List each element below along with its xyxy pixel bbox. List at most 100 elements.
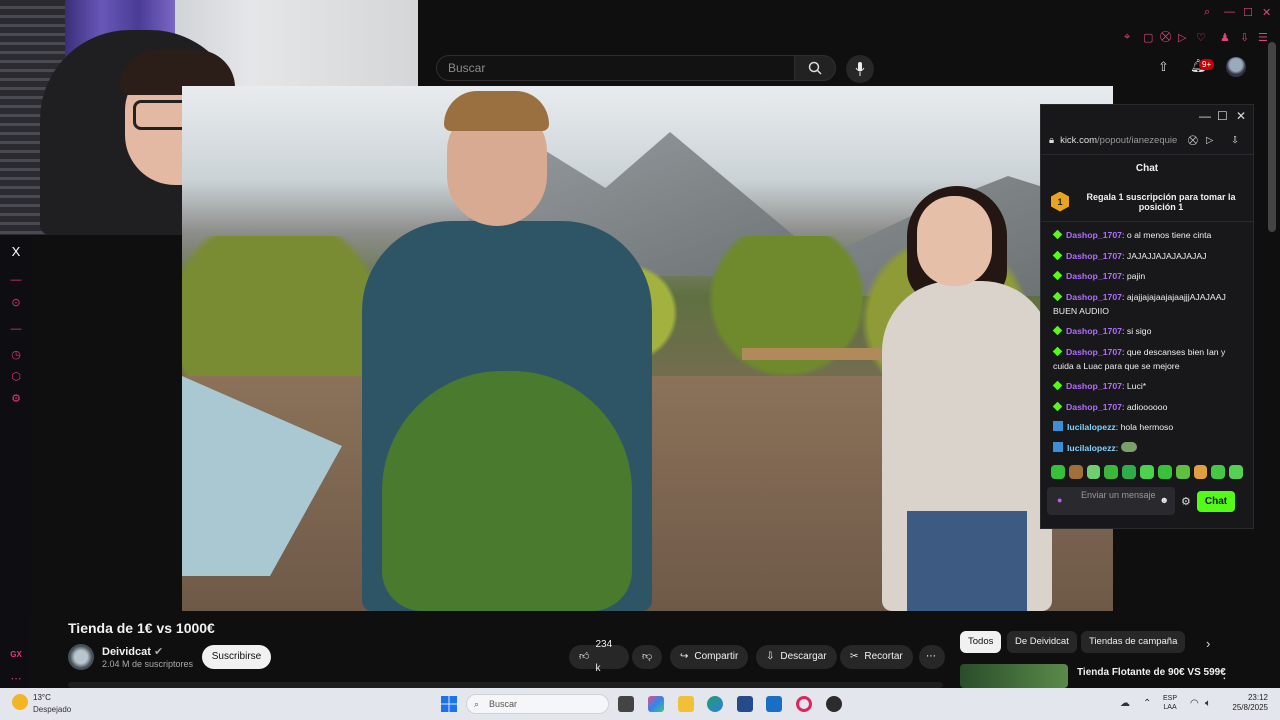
recommendation-title[interactable]: Tienda Flotante de 90€ VS 599€ — [1077, 667, 1226, 678]
cloud-icon[interactable]: ☁ — [1120, 698, 1130, 709]
profile-icon[interactable]: ♟ — [1220, 31, 1230, 44]
wifi-icon[interactable]: ◠ — [1190, 698, 1199, 709]
channel-avatar[interactable] — [68, 644, 94, 670]
pin-icon[interactable]: ⌖ — [1124, 31, 1130, 44]
chip-all[interactable]: Todos — [960, 631, 1002, 653]
history-icon[interactable]: ◷ — [8, 347, 24, 363]
video-player[interactable] — [182, 86, 1113, 611]
channel-name[interactable]: Deividcat ✔ — [102, 645, 163, 658]
download-icon[interactable]: ⇩ — [1240, 31, 1249, 44]
chevron-right-icon[interactable]: › — [1206, 636, 1210, 651]
more-icon[interactable]: ⋯ — [8, 671, 24, 687]
more-icon[interactable]: ⋮ — [1218, 666, 1231, 682]
upload-icon[interactable]: ⇧ — [1158, 59, 1169, 75]
chat-username[interactable]: lucilalopezz — [1067, 443, 1116, 453]
search-icon[interactable]: ⌕ — [1204, 6, 1210, 19]
play-icon[interactable]: ▷ — [1178, 31, 1186, 44]
emote-icon[interactable] — [1193, 465, 1208, 479]
chip-tents[interactable]: Tiendas de campaña — [1081, 631, 1186, 653]
emote-icon[interactable] — [1122, 465, 1137, 479]
emote-icon[interactable] — [1086, 465, 1101, 479]
chat-message[interactable]: Dashop_1707: JAJAJJAJAJAJAJAJ — [1052, 249, 1243, 263]
taskbar-search-input[interactable]: ⌕ Buscar — [466, 694, 609, 714]
search-button[interactable] — [794, 55, 836, 81]
chat-message[interactable]: lucilalopezz: hola hermoso — [1053, 420, 1243, 434]
weather-icon[interactable] — [12, 694, 28, 710]
opera-gx-icon[interactable] — [796, 696, 812, 712]
volume-icon[interactable]: 🔈︎ — [1205, 698, 1211, 709]
outlook-icon[interactable] — [766, 696, 782, 712]
heart-icon[interactable]: ♡ — [1196, 31, 1206, 44]
minimize-icon[interactable]: — — [1199, 109, 1211, 123]
chat-username[interactable]: Dashop_1707 — [1066, 271, 1122, 281]
more-actions-button[interactable]: ⋯ — [919, 645, 945, 669]
app-icon[interactable] — [826, 696, 842, 712]
share-button[interactable]: ↪ Compartir — [670, 645, 749, 669]
chat-message[interactable]: Dashop_1707: adioooooo — [1052, 400, 1243, 414]
clock[interactable]: 23:12 25/8/2025 — [1222, 693, 1268, 713]
minimize-icon[interactable]: — — [1224, 6, 1235, 18]
close-icon[interactable]: ✕ — [1236, 109, 1246, 123]
subscribe-button[interactable]: Suscribirse — [202, 645, 271, 669]
extensions-icon[interactable]: ⬡ — [8, 369, 24, 385]
chat-username[interactable]: Dashop_1707 — [1066, 402, 1122, 412]
avatar[interactable] — [1226, 57, 1246, 77]
chat-message[interactable]: Dashop_1707: ajajjajajaajajaajjjAJAJAAJ … — [1052, 290, 1243, 318]
menu-icon[interactable]: ☰ — [1258, 31, 1268, 44]
download-button[interactable]: ⇩ Descargar — [756, 645, 837, 669]
recommendation-thumbnail[interactable] — [960, 664, 1068, 688]
clip-button[interactable]: ✂ Recortar — [840, 645, 913, 669]
emote-icon[interactable] — [1229, 465, 1243, 479]
search-input[interactable]: Buscar — [436, 55, 796, 81]
chat-username[interactable]: Dashop_1707 — [1066, 326, 1122, 336]
emoji-icon[interactable]: ☻ — [1160, 495, 1169, 506]
download-icon[interactable]: ⇩ — [1231, 135, 1239, 146]
emote-icon[interactable] — [1104, 465, 1119, 479]
gx-icon[interactable]: GX — [8, 647, 24, 663]
maximize-icon[interactable]: ☐ — [1243, 6, 1253, 19]
play-icon[interactable]: ▷ — [1206, 135, 1213, 146]
emote-icon[interactable] — [1140, 465, 1154, 479]
emote-icon[interactable] — [1068, 465, 1083, 479]
emote-icon[interactable] — [1211, 465, 1226, 479]
chat-username[interactable]: lucilalopezz — [1067, 422, 1116, 432]
mic-button[interactable] — [846, 55, 874, 83]
chat-message[interactable]: Dashop_1707: Luci* — [1052, 379, 1243, 393]
chat-message[interactable]: Dashop_1707: o al menos tiene cinta — [1052, 228, 1243, 242]
chat-message-input[interactable]: ● Enviar un mensaje ☻ — [1047, 487, 1175, 515]
shield-icon[interactable]: ⛒ — [1188, 135, 1198, 146]
chat-send-button[interactable]: Chat — [1196, 490, 1236, 512]
popup-url-bar[interactable]: 🔒︎ kick.com/popout/ianezequie ⛒ ▷ ⇩ — [1041, 127, 1253, 155]
gear-icon[interactable]: ⚙ — [1181, 495, 1191, 508]
chat-username[interactable]: Dashop_1707 — [1066, 251, 1122, 261]
chat-username[interactable]: Dashop_1707 — [1066, 292, 1122, 302]
chat-message[interactable]: Dashop_1707: si sigo — [1052, 324, 1243, 338]
x-icon[interactable]: X — [8, 244, 24, 260]
emote-icon[interactable] — [1175, 465, 1190, 479]
chat-username[interactable]: Dashop_1707 — [1066, 230, 1122, 240]
scrollbar[interactable] — [1268, 42, 1276, 232]
windows-start-icon[interactable] — [441, 696, 457, 712]
pinned-gift-banner[interactable]: 1 Regala 1 suscripción para tomar la pos… — [1041, 182, 1253, 222]
chat-username[interactable]: Dashop_1707 — [1066, 347, 1122, 357]
dislike-button[interactable]: 👎︎ — [632, 645, 662, 669]
task-view-icon[interactable] — [618, 696, 634, 712]
player-icon[interactable]: ⊙ — [8, 295, 24, 311]
copilot-icon[interactable] — [648, 696, 664, 712]
maximize-icon[interactable]: ☐ — [1217, 109, 1228, 123]
chevron-up-icon[interactable]: ⌃ — [1143, 698, 1151, 709]
chat-username[interactable]: Dashop_1707 — [1066, 381, 1122, 391]
store-icon[interactable] — [737, 696, 753, 712]
snapshot-icon[interactable]: ▢ — [1143, 31, 1153, 44]
chat-message[interactable]: Dashop_1707: que descanses bien Ian y cu… — [1052, 345, 1243, 373]
emote-icon[interactable] — [1157, 465, 1172, 479]
chat-message[interactable]: lucilalopezz: — [1053, 441, 1243, 455]
like-button[interactable]: 👍︎ 234 k — [569, 639, 629, 674]
file-explorer-icon[interactable] — [678, 696, 694, 712]
shield-icon[interactable]: ⛒ — [1160, 31, 1171, 44]
language-indicator[interactable]: ESP LAA — [1163, 694, 1177, 712]
emote-icon[interactable] — [1051, 465, 1065, 479]
chat-message[interactable]: Dashop_1707: pajin — [1052, 269, 1243, 283]
settings-icon[interactable]: ⚙ — [8, 391, 24, 407]
edge-icon[interactable] — [707, 696, 723, 712]
